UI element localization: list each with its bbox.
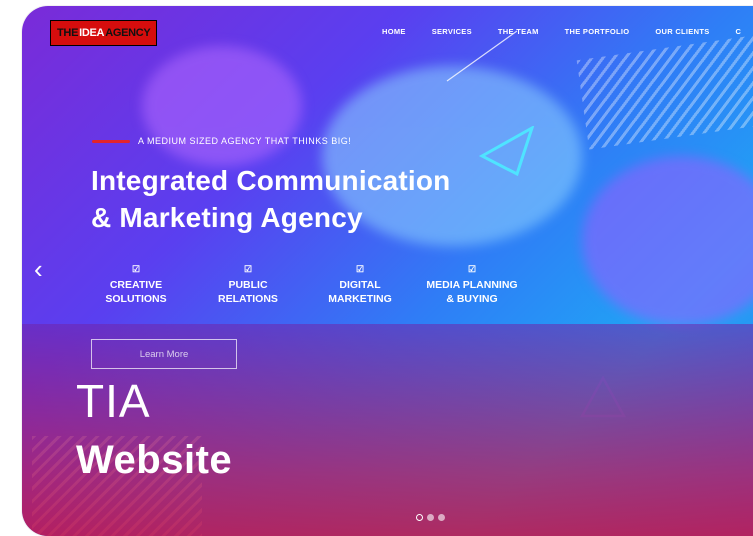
top-navigation: THE IDEA AGENCY HOME SERVICES THE TEAM THE… xyxy=(22,20,753,52)
hero-headline: Integrated Communication & Marketing Age… xyxy=(91,162,571,236)
tagline-accent-bar xyxy=(92,139,130,143)
website-screenshot-card: THE IDEA AGENCY HOME SERVICES THE TEAM THE… xyxy=(22,6,753,536)
logo-text: AGENCY xyxy=(105,27,151,39)
caption-title: TIA xyxy=(76,375,151,427)
learn-more-button[interactable]: Learn More xyxy=(91,339,237,369)
service-item-digital-marketing[interactable]: ☑ DIGITAL MARKETING xyxy=(304,262,416,306)
service-item-media-planning[interactable]: ☑ MEDIA PLANNING & BUYING xyxy=(416,262,528,306)
main-menu: HOME SERVICES THE TEAM THE PORTFOLIO OUR… xyxy=(382,27,753,36)
slider-dot[interactable] xyxy=(416,514,423,521)
logo-text: THE xyxy=(57,27,79,39)
slider-dot[interactable] xyxy=(438,514,445,521)
hero-tagline: A MEDIUM SIZED AGENCY THAT THINKS BIG! xyxy=(92,136,351,146)
nav-link-our-clients[interactable]: OUR CLIENTS xyxy=(655,27,709,36)
service-label: & BUYING xyxy=(446,293,498,305)
service-item-creative-solutions[interactable]: ☑ CREATIVE SOLUTIONS xyxy=(80,262,192,306)
service-label: MEDIA PLANNING xyxy=(426,279,518,291)
service-label: MARKETING xyxy=(328,293,392,305)
logo-text: IDEA xyxy=(79,27,105,39)
slider-dot[interactable] xyxy=(427,514,434,521)
background-shape xyxy=(142,46,302,166)
service-label: SOLUTIONS xyxy=(105,293,167,305)
caption-subtitle: Website xyxy=(76,438,233,482)
checkbox-icon: ☑ xyxy=(467,264,477,274)
background-shape xyxy=(582,156,753,326)
checkbox-icon: ☑ xyxy=(355,264,365,274)
checkbox-icon: ☑ xyxy=(243,264,253,274)
headline-line: Integrated Communication xyxy=(91,165,451,196)
agency-logo[interactable]: THE IDEA AGENCY xyxy=(50,20,158,46)
tagline-text: A MEDIUM SIZED AGENCY THAT THINKS BIG! xyxy=(138,136,352,146)
slider-pagination xyxy=(416,514,445,521)
service-item-public-relations[interactable]: ☑ PUBLIC RELATIONS xyxy=(192,262,304,306)
nav-link-services[interactable]: SERVICES xyxy=(432,27,472,36)
service-label: DIGITAL xyxy=(339,279,381,291)
checkbox-icon: ☑ xyxy=(131,264,141,274)
nav-link-contact[interactable]: C xyxy=(736,27,742,36)
nav-link-home[interactable]: HOME xyxy=(382,27,406,36)
nav-link-the-team[interactable]: THE TEAM xyxy=(498,27,539,36)
nav-link-the-portfolio[interactable]: THE PORTFOLIO xyxy=(565,27,630,36)
headline-line: & Marketing Agency xyxy=(91,202,363,233)
service-list: ☑ CREATIVE SOLUTIONS ☑ PUBLIC RELATIONS … xyxy=(80,262,528,306)
service-label: CREATIVE xyxy=(109,279,163,291)
slider-prev-arrow-icon[interactable]: ‹ xyxy=(34,256,43,282)
service-label: RELATIONS xyxy=(218,293,278,305)
service-label: PUBLIC xyxy=(228,279,268,291)
